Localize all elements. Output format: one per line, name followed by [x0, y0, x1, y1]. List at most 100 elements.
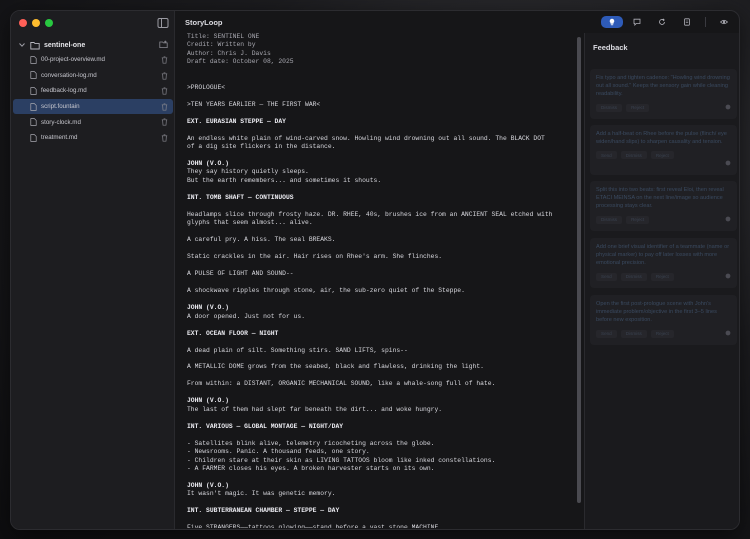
feedback-text: Add a half-beat on Rhee before the pulse… [596, 131, 727, 146]
script-line: Static crackles in the air. Hair rises o… [187, 253, 443, 261]
feedback-action-button[interactable]: Reject [626, 215, 650, 224]
file-name: treatment.md [41, 134, 78, 142]
file-item[interactable]: feedback-log.md [13, 83, 173, 99]
status-dot-icon[interactable] [725, 216, 731, 222]
chevron-down-icon[interactable] [18, 41, 26, 49]
script-heading-line: JOHN (V.O.) [187, 304, 229, 312]
trash-icon[interactable] [161, 87, 168, 95]
script-line: >TEN YEARS EARLIER — THE FIRST WAR< [187, 100, 321, 108]
script-line: A door opened. Just not for us. [187, 312, 306, 320]
status-dot-icon[interactable] [725, 273, 731, 279]
feedback-mode-button[interactable] [601, 16, 623, 28]
project-folder[interactable]: sentinel-one [11, 38, 175, 52]
trash-icon[interactable] [161, 118, 168, 126]
feedback-text: Split this into two beats: first reveal … [596, 187, 724, 210]
script-line: A PULSE OF LIGHT AND SOUND-- [187, 270, 294, 278]
toolbar-buttons [601, 16, 735, 28]
script-line: - Satellites blink alive, telemetry rico… [187, 439, 435, 447]
feedback-action-button[interactable]: Send [596, 272, 617, 281]
editor-scrollbar[interactable] [577, 37, 581, 503]
feedback-action-button[interactable]: Dismiss [620, 329, 647, 338]
new-file-icon[interactable] [159, 40, 168, 49]
script-line: An endless white plain of wind-carved sn… [187, 134, 545, 142]
feedback-action-button[interactable]: Dismiss [620, 272, 647, 281]
file-name: script.fountain [41, 103, 80, 111]
folder-name: sentinel-one [44, 41, 86, 49]
chat-button[interactable] [626, 16, 648, 28]
feedback-panel: Feedback Fix typo and tighten cadence: "… [584, 33, 739, 529]
sidebar-toggle-icon[interactable] [157, 17, 169, 29]
feedback-action-button[interactable]: Reject [650, 151, 674, 160]
preview-button[interactable] [713, 16, 735, 28]
file-item[interactable]: story-clock.md [13, 114, 173, 130]
minimize-window-button[interactable] [32, 19, 40, 27]
trash-icon[interactable] [161, 103, 168, 111]
refresh-button[interactable] [651, 16, 673, 28]
script-line: - Newsrooms. Panic. A thousand feeds, on… [187, 448, 370, 456]
trash-icon[interactable] [161, 134, 168, 142]
file-item[interactable]: script.fountain [13, 98, 173, 115]
notes-button[interactable] [676, 16, 698, 28]
file-item[interactable]: 00-project-overview.md [13, 52, 173, 68]
feedback-actions: Send Dismiss Reject [596, 151, 731, 160]
document-icon [30, 118, 37, 126]
status-dot-icon[interactable] [725, 104, 731, 110]
zoom-window-button[interactable] [45, 19, 53, 27]
feedback-actions: Send Dismiss Reject [596, 329, 731, 338]
status-dot-icon[interactable] [725, 160, 731, 166]
script-line: It wasn't magic. It was genetic memory. [187, 490, 336, 498]
script-heading-line: INT. VARIOUS — GLOBAL MONTAGE — NIGHT/DA… [187, 422, 344, 430]
feedback-text: Open the first post-prologue scene with … [596, 301, 717, 324]
chat-bubble-icon [633, 18, 641, 26]
status-dot-icon[interactable] [725, 330, 731, 336]
app-window: sentinel-one 00-project-overview.md conve… [10, 10, 740, 530]
script-heading-line: INT. SUBTERRANEAN CHAMBER — STEPPE — DAY [187, 507, 340, 515]
feedback-card: Open the first post-prologue scene with … [590, 295, 737, 345]
feedback-actions: Dismiss Reject [596, 215, 731, 224]
file-item[interactable]: conversation-log.md [13, 68, 173, 84]
trash-icon[interactable] [161, 56, 168, 64]
app-title: StoryLoop [185, 18, 223, 27]
feedback-action-button[interactable]: Reject [650, 329, 674, 338]
feedback-action-button[interactable]: Send [596, 151, 617, 160]
folder-icon [30, 41, 40, 49]
script-line: A METALLIC DOME grows from the seabed, b… [187, 363, 484, 371]
feedback-action-button[interactable]: Send [596, 329, 617, 338]
trash-icon[interactable] [161, 72, 168, 80]
title-page-line: Draft date: October 08, 2025 [187, 58, 294, 66]
document-icon [30, 87, 37, 95]
notes-icon [684, 18, 690, 26]
toolbar-divider [705, 17, 706, 27]
feedback-action-button[interactable]: Dismiss [596, 215, 623, 224]
file-name: 00-project-overview.md [41, 56, 105, 64]
script-editor[interactable]: Title: SENTINEL ONE Credit: Written by Aut… [187, 33, 567, 528]
script-line: The last of them had slept far beneath t… [187, 405, 443, 413]
script-line: Five STRANGERS——tattoos glowing——stand b… [187, 524, 443, 528]
lightbulb-icon [609, 18, 615, 26]
feedback-action-button[interactable]: Dismiss [620, 151, 647, 160]
script-line: From within: a DISTANT, ORGANIC MECHANIC… [187, 380, 496, 388]
feedback-action-button[interactable]: Reject [626, 103, 650, 112]
close-window-button[interactable] [19, 19, 27, 27]
feedback-action-button[interactable]: Reject [650, 272, 674, 281]
feedback-card: Add a half-beat on Rhee before the pulse… [590, 125, 737, 175]
feedback-action-button[interactable]: Dismiss [596, 103, 623, 112]
toolbar: StoryLoop [175, 11, 739, 33]
file-item[interactable]: treatment.md [13, 130, 173, 146]
eye-icon [720, 19, 728, 25]
script-heading-line: EXT. EURASIAN STEPPE — DAY [187, 117, 286, 125]
